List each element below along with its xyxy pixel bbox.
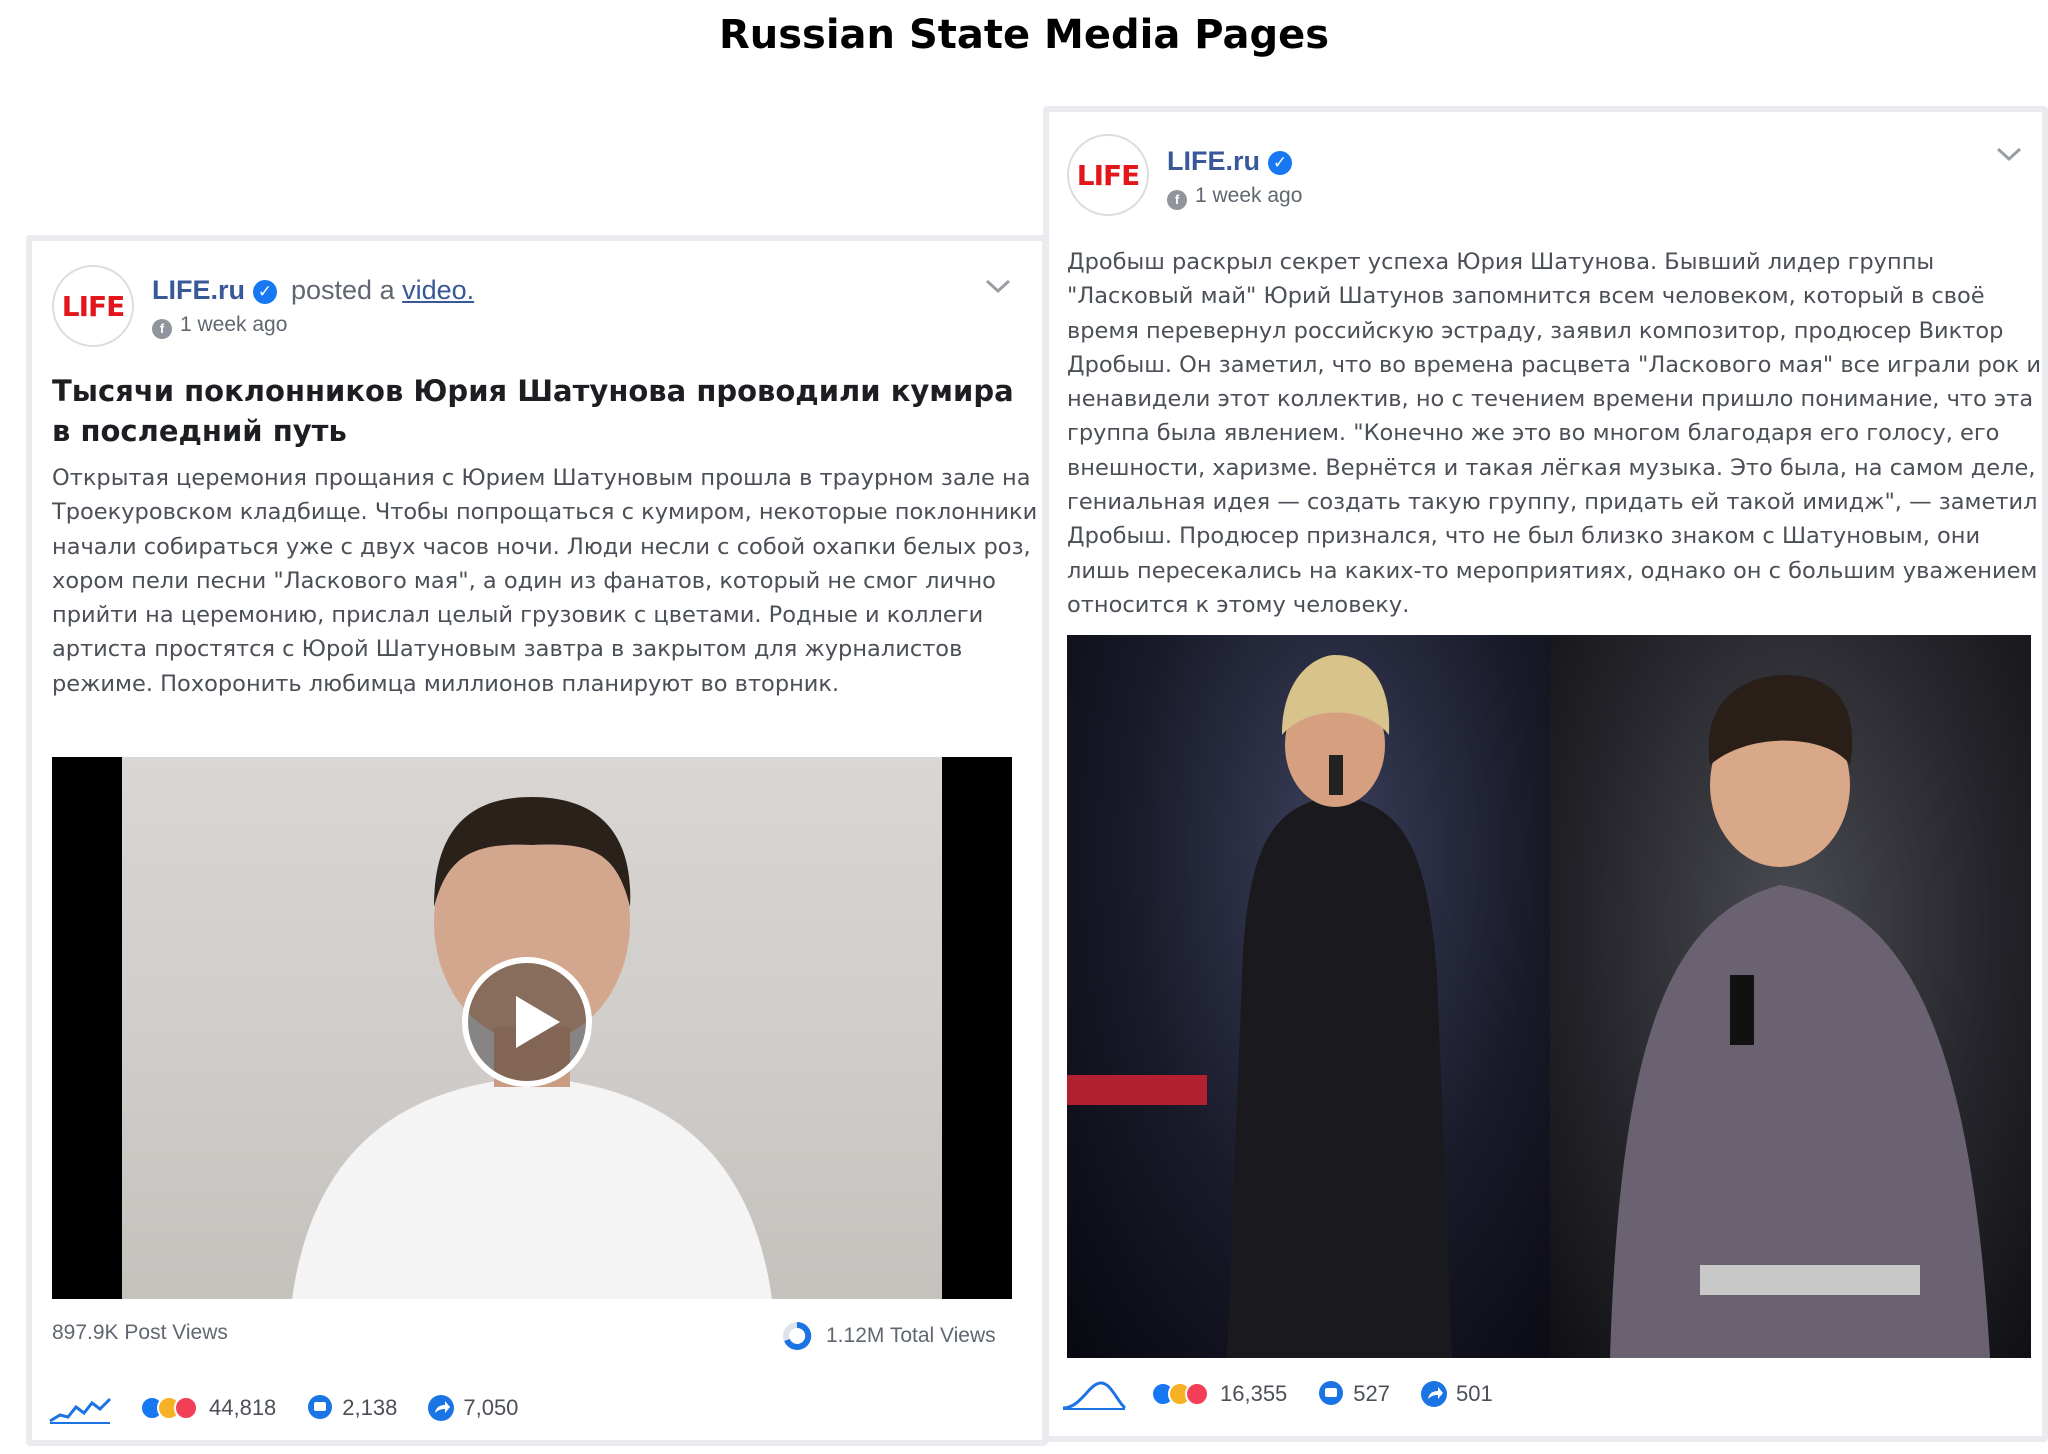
post-author-line: LIFE.ru ✓ [1167, 146, 1292, 177]
verified-icon: ✓ [253, 280, 277, 304]
page-name-link[interactable]: LIFE.ru [152, 275, 245, 305]
total-views: 1.12M Total Views [782, 1321, 996, 1351]
video-link[interactable]: video. [402, 275, 474, 305]
comment-icon [1319, 1381, 1344, 1405]
photo-right-stage [1550, 635, 2031, 1358]
post-time-text[interactable]: 1 week ago [180, 313, 287, 336]
post-author-line: LIFE.ru ✓ posted a video. [152, 275, 474, 306]
post-time-text[interactable]: 1 week ago [1195, 184, 1302, 207]
reaction-icons [1151, 1382, 1209, 1406]
love-icon [1185, 1382, 1209, 1406]
chevron-down-icon[interactable] [984, 276, 1012, 296]
page-name-link[interactable]: LIFE.ru [1167, 146, 1260, 176]
photo-left-stage [1067, 635, 1550, 1358]
share-icon [428, 1395, 455, 1421]
comments-count: 527 [1353, 1381, 1391, 1406]
reactions-count: 44,818 [209, 1395, 277, 1420]
post-time: f 1 week ago [1167, 184, 1302, 210]
page-avatar[interactable]: LIFE [1067, 134, 1149, 216]
shares-count: 501 [1456, 1381, 1493, 1406]
engagement-bar: 16,355 527 501 [1061, 1377, 1523, 1411]
post-body-text: Открытая церемония прощания с Юрием Шату… [52, 465, 1038, 697]
views-ring-icon [783, 1321, 812, 1350]
post-time: f 1 week ago [152, 313, 287, 339]
verified-icon: ✓ [1268, 151, 1292, 175]
comment-icon [308, 1395, 333, 1419]
globe-icon: f [152, 319, 172, 339]
reactions[interactable]: 44,818 [140, 1395, 276, 1421]
shares[interactable]: 501 [1420, 1380, 1493, 1408]
comments-count: 2,138 [342, 1395, 398, 1420]
share-icon [1421, 1381, 1448, 1407]
total-views-text: 1.12M Total Views [826, 1324, 996, 1347]
post-card-left: LIFE LIFE.ru ✓ posted a video. f 1 week ago… [26, 235, 1048, 1446]
reactions[interactable]: 16,355 [1151, 1381, 1287, 1407]
post-photo[interactable] [1067, 635, 2031, 1358]
trend-icon[interactable] [48, 1391, 112, 1425]
chevron-down-icon[interactable] [1995, 144, 2023, 164]
shares[interactable]: 7,050 [427, 1394, 518, 1422]
performer-left [1067, 655, 1452, 1358]
posted-text: posted a [291, 275, 395, 305]
reaction-icons [140, 1396, 198, 1420]
comments[interactable]: 2,138 [306, 1394, 397, 1422]
post-views: 897.9K Post Views [52, 1321, 228, 1344]
trend-icon[interactable] [1061, 1377, 1127, 1411]
post-body-text: Дробыш раскрыл секрет успеха Юрия Шатуно… [1067, 249, 2042, 618]
life-logo: LIFE [1076, 158, 1141, 192]
engagement-bar: 44,818 2,138 7,050 [48, 1391, 548, 1425]
page-title: Russian State Media Pages [718, 12, 1330, 58]
life-logo: LIFE [61, 289, 126, 323]
shares-count: 7,050 [463, 1395, 519, 1420]
globe-icon: f [1167, 190, 1187, 210]
play-icon[interactable] [462, 957, 592, 1087]
post-headline[interactable]: Тысячи поклонников Юрия Шатунова проводи… [52, 371, 1022, 451]
performer-right [1610, 675, 1990, 1358]
post-card-right: LIFE LIFE.ru ✓ f 1 week ago Дробыш раскрыл… [1043, 106, 2048, 1442]
comments[interactable]: 527 [1317, 1380, 1390, 1408]
page-avatar[interactable]: LIFE [52, 265, 134, 347]
love-icon [174, 1396, 198, 1420]
reactions-count: 16,355 [1220, 1381, 1288, 1406]
video-player[interactable] [52, 757, 1012, 1299]
